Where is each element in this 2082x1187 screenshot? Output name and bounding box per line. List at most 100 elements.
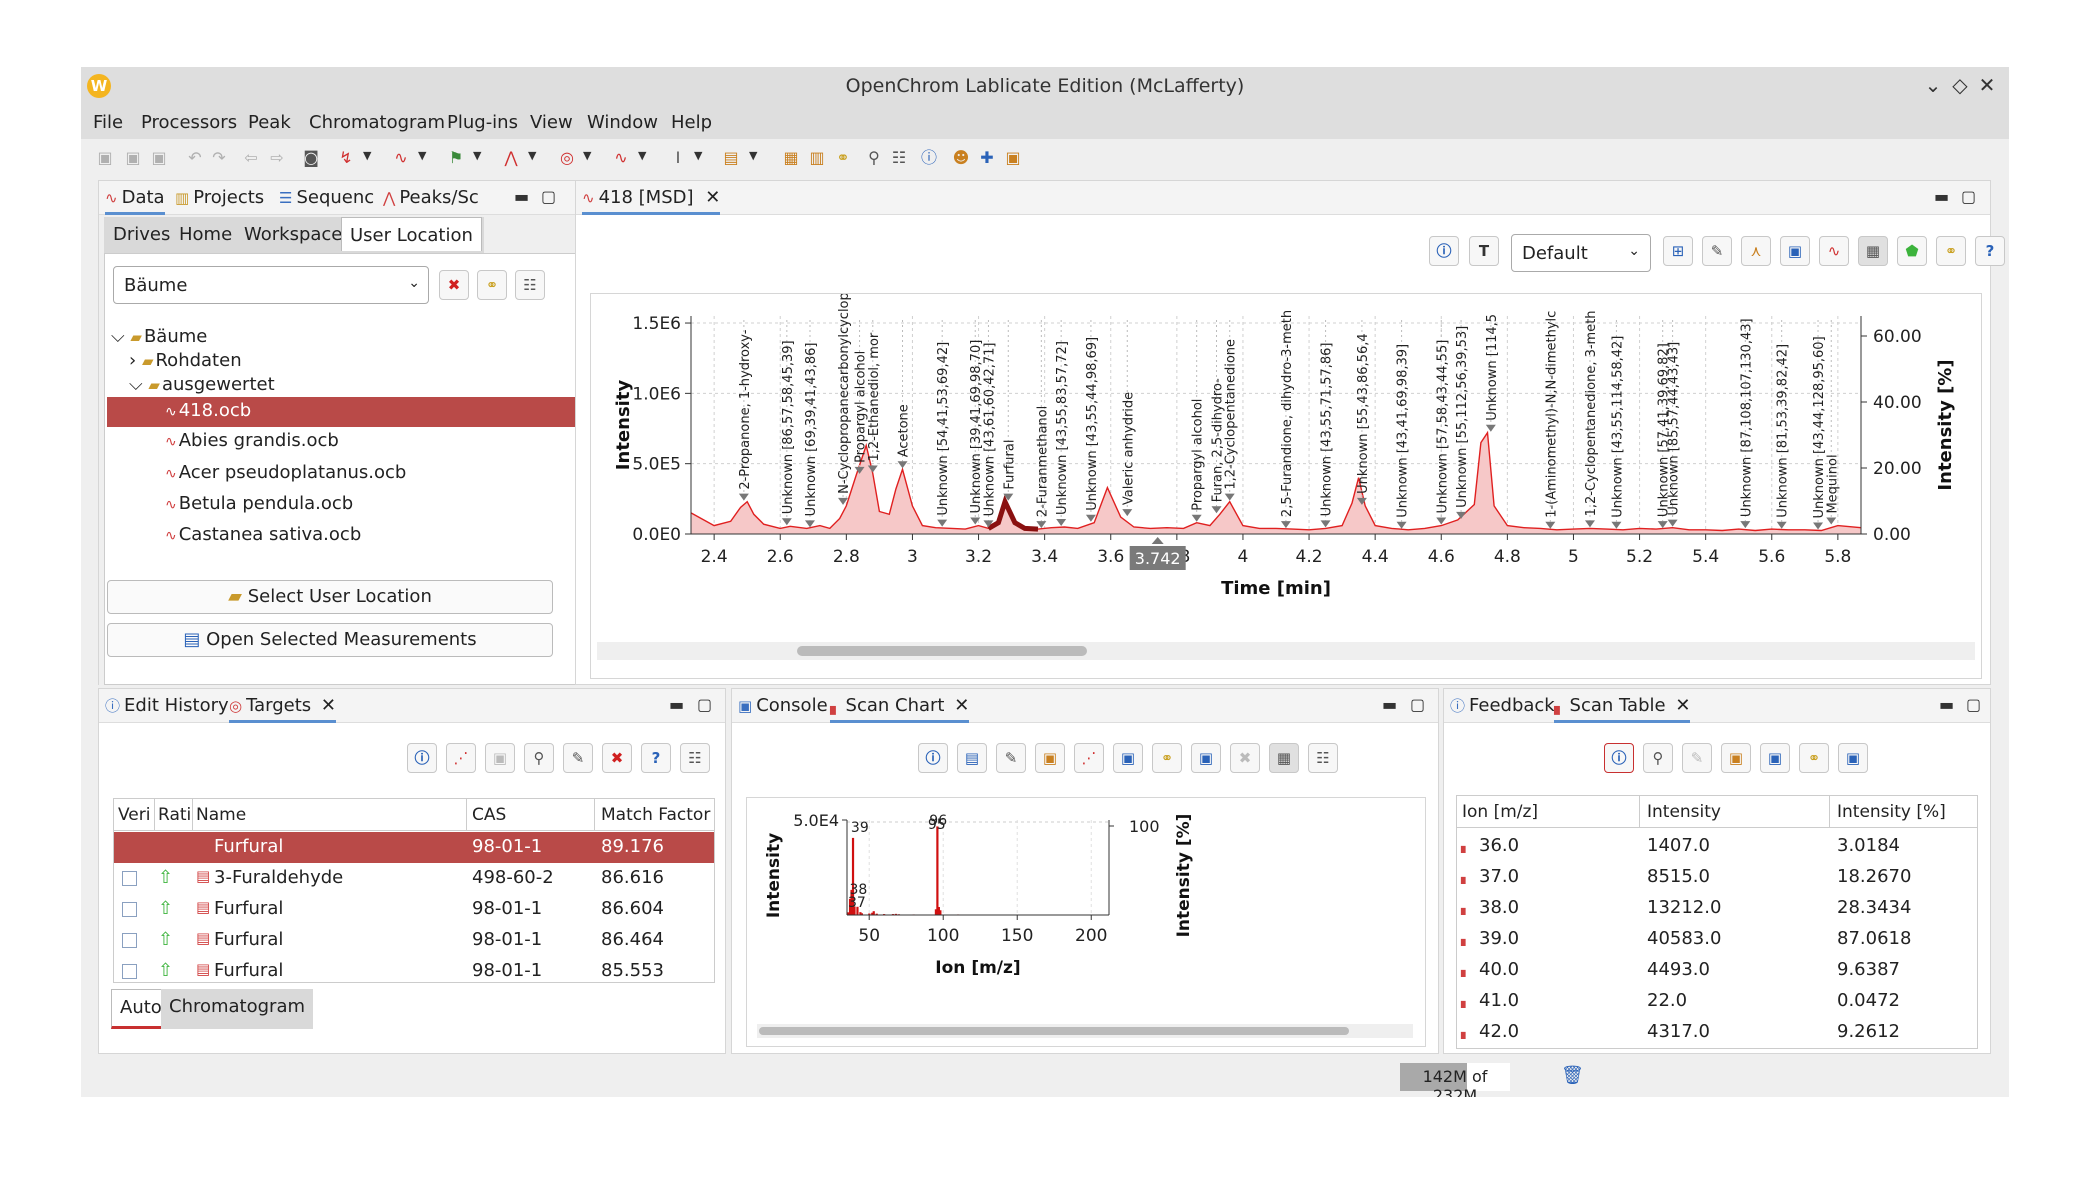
menu-view[interactable]: View — [530, 112, 573, 133]
text-icon[interactable]: I — [668, 148, 688, 168]
table-row[interactable]: ▖ 41.0 22.0 0.0472 — [1457, 986, 1977, 1017]
menu-peak[interactable]: Peak — [248, 112, 291, 133]
edit-button[interactable]: ✎ — [1702, 236, 1732, 266]
info-button[interactable]: ⓘ — [1429, 236, 1459, 266]
link-icon[interactable]: ⚭ — [477, 270, 507, 300]
col-name[interactable]: Name — [196, 805, 246, 825]
tree-node-rohdaten[interactable]: › ▰ Rohdaten — [129, 350, 242, 371]
table-row[interactable]: ⇧ ▤ Furfural 98-01-1 86.604 — [114, 894, 714, 925]
delete-target-button[interactable]: ✖ — [602, 743, 632, 773]
search-button[interactable]: ⚲ — [1643, 743, 1673, 773]
table-row[interactable]: ▖ 37.0 8515.0 18.2670 — [1457, 862, 1977, 893]
text-toggle-button[interactable]: T — [1469, 236, 1499, 266]
report-icon[interactable]: ▤ — [721, 148, 741, 168]
subtab-user-location[interactable]: User Location — [341, 217, 482, 251]
verify-checkbox[interactable] — [122, 902, 137, 917]
col-match-factor[interactable]: Match Factor — [601, 805, 710, 825]
table-row[interactable]: ⇧ ▤ 3-Furaldehyde 498-60-2 86.616 — [114, 863, 714, 894]
table-row[interactable]: ▖ 39.0 40583.0 87.0618 — [1457, 924, 1977, 955]
save-all-icon[interactable]: ▣ — [149, 148, 169, 168]
tab-projects[interactable]: ▥ Projects — [175, 187, 264, 208]
settings-button[interactable]: ☷ — [680, 743, 710, 773]
maximize-icon[interactable]: ◇ — [1947, 73, 1973, 97]
back-icon[interactable]: ⇦ — [241, 148, 261, 168]
tree-file-abies[interactable]: ∿ Abies grandis.ocb — [165, 430, 339, 451]
tab-418-msd[interactable]: ∿ 418 [MSD] ✕ — [582, 187, 721, 215]
menu-help[interactable]: Help — [671, 112, 712, 133]
close-icon[interactable]: ✕ — [1974, 73, 2000, 97]
table-button[interactable]: ▦ — [1269, 743, 1299, 773]
table-row[interactable]: ⇧ ▤ Furfural 98-01-1 85.553 — [114, 956, 714, 982]
save-icon[interactable]: ▣ — [95, 148, 115, 168]
tab-console[interactable]: ▣ Console — [738, 695, 828, 716]
new-project-icon[interactable]: ▦ — [781, 148, 801, 168]
close-tab-icon[interactable]: ✕ — [954, 695, 969, 716]
subtab-drives[interactable]: Drives — [105, 217, 179, 251]
dropdown-arrow-icon[interactable]: ▼ — [638, 149, 646, 162]
dropdown-arrow-icon[interactable]: ▼ — [363, 149, 371, 162]
redo-icon[interactable]: ↷ — [209, 148, 229, 168]
compare-button[interactable]: ▣ — [485, 743, 515, 773]
copy-button[interactable]: ▣ — [1721, 743, 1751, 773]
dropdown-arrow-icon[interactable]: ▼ — [583, 149, 591, 162]
link-button[interactable]: ⚭ — [1799, 743, 1829, 773]
info-button[interactable]: ⓘ — [407, 743, 437, 773]
table-row[interactable]: ▖ 42.0 4317.0 9.2612 — [1457, 1017, 1977, 1048]
dropdown-arrow-icon[interactable]: ▼ — [473, 149, 481, 162]
clear-button[interactable]: ✖ — [1230, 743, 1260, 773]
search-icon[interactable]: ⚲ — [864, 148, 884, 168]
target-icon[interactable]: ◎ — [557, 148, 577, 168]
subtab-workspace[interactable]: Workspace — [236, 217, 351, 251]
tab-data[interactable]: ∿ Data — [105, 187, 165, 215]
edit-button[interactable]: ✎ — [563, 743, 593, 773]
maximize-panel-icon[interactable]: ▢ — [541, 187, 556, 206]
scan-chart[interactable]: 393837969550 100 150 2005.0E4 100Ion [m/z]In… — [747, 798, 1427, 1024]
minimize-panel-icon[interactable]: ▬ — [669, 695, 684, 714]
update-icon[interactable]: ▣ — [1003, 148, 1023, 168]
dropdown-arrow-icon[interactable]: ▼ — [418, 149, 426, 162]
location-select[interactable]: Bäume ⌄ — [113, 266, 429, 304]
close-tab-icon[interactable]: ✕ — [705, 187, 720, 208]
display-preset-select[interactable]: Default ⌄ — [1511, 234, 1651, 272]
integrator-icon[interactable]: ⚑ — [446, 148, 466, 168]
maximize-panel-icon[interactable]: ▢ — [1966, 695, 1981, 714]
help-button[interactable]: ? — [1975, 236, 2005, 266]
link-icon[interactable]: ⚭ — [833, 148, 853, 168]
tree-node-baeume[interactable]: ⌵ ▰ Bäume — [111, 326, 207, 347]
tab-feedback[interactable]: ⓘ Feedback — [1450, 695, 1555, 716]
info-icon[interactable]: ⓘ — [919, 148, 939, 168]
tab-targets[interactable]: ◎ Targets ✕ — [229, 695, 336, 723]
save-button[interactable]: ▣ — [1838, 743, 1868, 773]
detector-icon[interactable]: ⋀ — [501, 148, 521, 168]
scan-list-button[interactable]: ▤ — [957, 743, 987, 773]
chromatogram-chart[interactable]: 2-Propanone, 1-hydroxy- Unknown [86,57,58… — [591, 286, 1983, 680]
verify-checkbox[interactable] — [122, 933, 137, 948]
table-button[interactable]: ▦ — [1858, 236, 1888, 266]
maximize-panel-icon[interactable]: ▢ — [697, 695, 712, 714]
search-button[interactable]: ⚲ — [524, 743, 554, 773]
tree-node-ausgewertet[interactable]: ⌵ ▰ ausgewertet — [129, 374, 275, 395]
chromatogram-icon[interactable]: ↯ — [336, 148, 356, 168]
open-selected-measurements-button[interactable]: ▤ Open Selected Measurements — [107, 623, 553, 657]
minimize-panel-icon[interactable]: ▬ — [514, 187, 529, 206]
tab-chromatogram[interactable]: Chromatogram — [161, 989, 314, 1029]
chart-button[interactable]: ∿ — [1819, 236, 1849, 266]
table-row[interactable]: Furfural 98-01-1 89.176 — [114, 832, 714, 863]
peak-detector-button[interactable]: ⋏ — [1741, 236, 1771, 266]
peak-icon[interactable]: ∿ — [391, 148, 411, 168]
help-button[interactable]: ? — [641, 743, 671, 773]
export-button[interactable]: ▣ — [1113, 743, 1143, 773]
tag-button[interactable]: ⬟ — [1897, 236, 1927, 266]
tab-scan-chart[interactable]: ▖ Scan Chart ✕ — [830, 695, 970, 723]
menu-chromatogram[interactable]: Chromatogram — [309, 112, 445, 133]
dropdown-arrow-icon[interactable]: ▼ — [528, 149, 536, 162]
trash-icon[interactable]: 🗑 — [1561, 1065, 1584, 1086]
save-as-icon[interactable]: ▣ — [123, 148, 143, 168]
minimize-panel-icon[interactable]: ▬ — [1382, 695, 1397, 714]
minimize-icon[interactable]: ⌄ — [1920, 73, 1946, 97]
menu-processors[interactable]: Processors — [141, 112, 237, 133]
edit-button[interactable]: ✎ — [996, 743, 1026, 773]
horizontal-scrollbar[interactable] — [757, 1024, 1413, 1038]
close-tab-icon[interactable]: ✕ — [1675, 695, 1690, 716]
col-cas[interactable]: CAS — [472, 805, 506, 825]
